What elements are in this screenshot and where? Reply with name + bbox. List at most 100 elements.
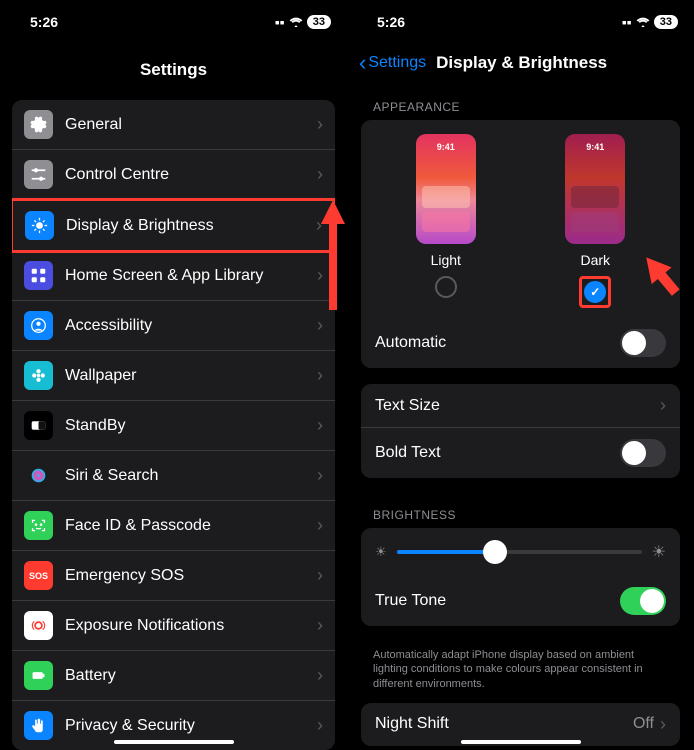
light-label: Light [431,252,461,268]
clock-icon [24,411,53,440]
battery-icon: 33 [654,15,678,29]
brightness-header: BRIGHTNESS [347,494,694,528]
chevron-right-icon: › [317,565,323,586]
row-label: Display & Brightness [66,217,316,235]
back-button[interactable]: ‹ Settings [359,50,426,76]
settings-row-home-screen-app-library[interactable]: Home Screen & App Library› [12,251,335,301]
row-label: Control Centre [65,166,317,184]
chevron-right-icon: › [317,114,323,135]
true-tone-row: True Tone [361,576,680,626]
brightness-slider-row: ☀︎ ☀︎ [361,528,680,576]
annotation-arrow-icon [634,248,688,302]
person-icon [24,311,53,340]
automatic-label: Automatic [375,334,620,352]
row-label: Battery [65,667,317,685]
home-indicator [461,740,581,744]
row-label: Siri & Search [65,467,317,485]
light-preview: 9:41 [416,134,476,244]
appearance-chooser: 9:41 Light 9:41 Dark [361,120,680,318]
chevron-right-icon: › [317,715,323,736]
hand-icon [24,711,53,740]
nav-bar: ‹ Settings Display & Brightness [347,40,694,86]
settings-row-emergency-sos[interactable]: SOS Emergency SOS› [12,551,335,601]
chevron-right-icon: › [317,415,323,436]
status-bar: 5:26 ▪▪ 33 [0,0,347,40]
face-icon [24,511,53,540]
dark-label: Dark [580,252,610,268]
chevron-right-icon: › [317,315,323,336]
settings-row-control-centre[interactable]: Control Centre› [12,150,335,200]
chevron-right-icon: › [317,615,323,636]
home-indicator [114,740,234,744]
chevron-left-icon: ‹ [359,50,366,76]
sun-large-icon: ☀︎ [652,542,666,562]
appearance-dark-option[interactable]: 9:41 Dark [565,134,625,308]
settings-row-general[interactable]: General› [12,100,335,150]
signal-icon: ▪▪ [622,14,632,30]
flower-icon [24,361,53,390]
true-tone-label: True Tone [375,592,620,610]
chevron-right-icon: › [660,395,666,416]
settings-row-siri-search[interactable]: Siri & Search› [12,451,335,501]
row-label: Emergency SOS [65,567,317,585]
settings-row-display-brightness[interactable]: Display & Brightness› [12,198,335,253]
row-label: Privacy & Security [65,717,317,735]
night-shift-label: Night Shift [375,715,633,733]
grid-icon [24,261,53,290]
signal-icon: ▪▪ [275,14,285,30]
row-label: General [65,116,317,134]
status-right: ▪▪ 33 [275,14,331,30]
appearance-header: APPEARANCE [347,86,694,120]
night-shift-value: Off [633,715,654,733]
light-radio[interactable] [435,276,457,298]
battery-icon: 33 [307,15,331,29]
page-title: Settings [0,40,347,90]
settings-row-battery[interactable]: Battery› [12,651,335,701]
settings-row-standby[interactable]: StandBy› [12,401,335,451]
settings-row-exposure-notifications[interactable]: Exposure Notifications› [12,601,335,651]
dark-radio-highlight [579,276,611,308]
chevron-right-icon: › [317,665,323,686]
bold-text-toggle[interactable] [620,439,666,467]
dark-preview: 9:41 [565,134,625,244]
true-tone-footer: Automatically adapt iPhone display based… [347,642,694,703]
automatic-toggle[interactable] [620,329,666,357]
back-label: Settings [368,54,426,72]
annotation-arrow-icon [315,200,347,310]
chevron-right-icon: › [317,515,323,536]
text-card: Text Size › Bold Text [361,384,680,478]
brightness-icon [25,211,54,240]
settings-list: General›Control Centre›Display & Brightn… [12,100,335,750]
battery-icon [24,661,53,690]
row-label: Exposure Notifications [65,617,317,635]
status-right: ▪▪ 33 [622,14,678,30]
bold-text-row: Bold Text [361,428,680,478]
appearance-card: 9:41 Light 9:41 Dark Automatic [361,120,680,368]
text-size-label: Text Size [375,397,660,415]
SOS-icon: SOS [24,561,53,590]
gear-icon [24,110,53,139]
bold-text-label: Bold Text [375,444,620,462]
row-label: Home Screen & App Library [65,267,317,285]
appearance-light-option[interactable]: 9:41 Light [416,134,476,308]
row-label: Accessibility [65,317,317,335]
page-title: Display & Brightness [426,53,682,73]
chevron-right-icon: › [317,365,323,386]
brightness-slider[interactable] [397,550,642,554]
row-label: StandBy [65,417,317,435]
text-size-row[interactable]: Text Size › [361,384,680,428]
true-tone-toggle[interactable] [620,587,666,615]
dark-radio[interactable] [584,281,606,303]
chevron-right-icon: › [317,465,323,486]
settings-row-accessibility[interactable]: Accessibility› [12,301,335,351]
row-label: Face ID & Passcode [65,517,317,535]
display-brightness-screen: 5:26 ▪▪ 33 ‹ Settings Display & Brightne… [347,0,694,750]
automatic-row: Automatic [361,318,680,368]
status-time: 5:26 [30,14,58,30]
settings-row-wallpaper[interactable]: Wallpaper› [12,351,335,401]
wifi-icon [636,14,650,30]
expo-icon [24,611,53,640]
settings-row-face-id-passcode[interactable]: Face ID & Passcode› [12,501,335,551]
sun-small-icon: ☀︎ [375,544,387,560]
chevron-right-icon: › [317,164,323,185]
